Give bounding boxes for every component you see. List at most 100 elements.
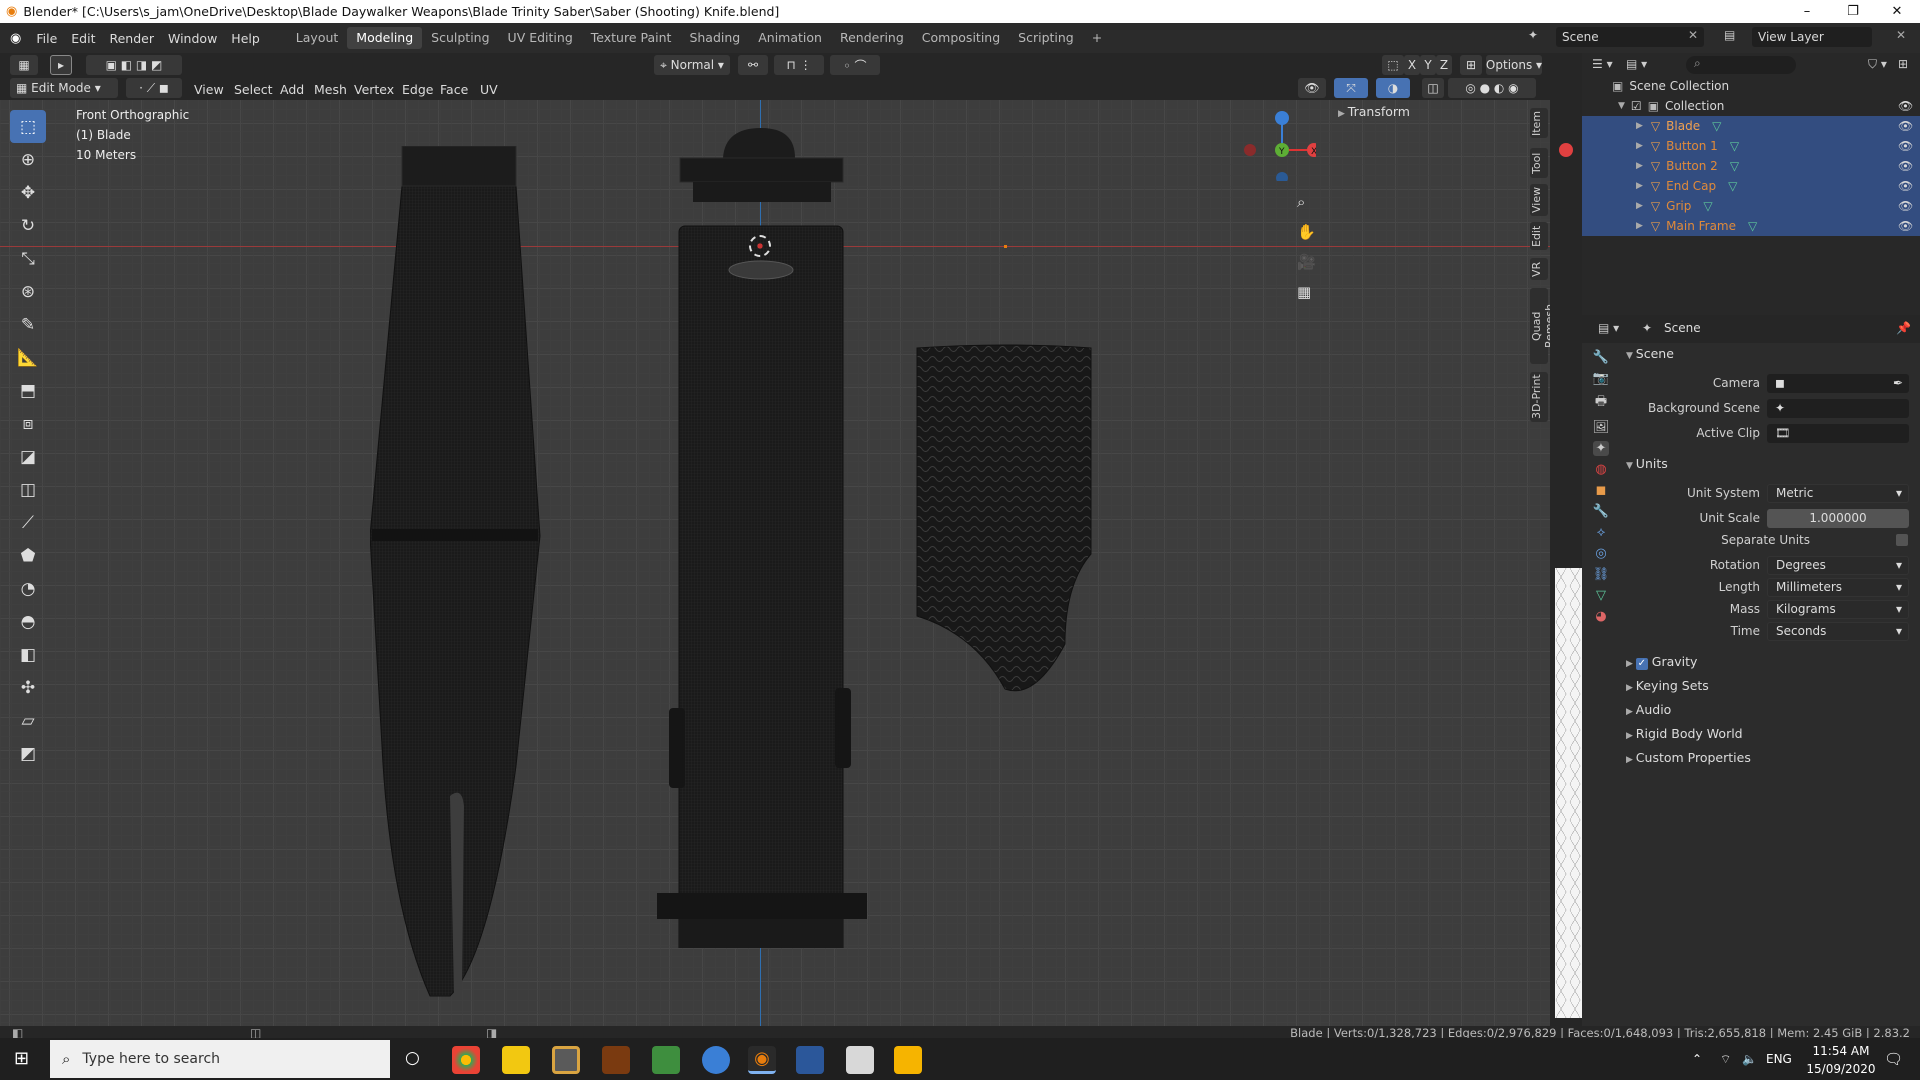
outliner-search-input[interactable]: ⌕ <box>1686 56 1796 74</box>
editor-type-icon[interactable]: ▦ <box>10 55 38 75</box>
blade-mesh[interactable] <box>370 146 550 1006</box>
minimize-button[interactable]: – <box>1784 0 1830 23</box>
scene-selector[interactable]: Scene <box>1556 27 1704 47</box>
menu-view[interactable]: View <box>194 82 224 97</box>
camera-view-icon[interactable]: 🎥 <box>1297 253 1316 271</box>
menu-window[interactable]: Window <box>161 31 224 46</box>
xray-icon[interactable]: ◫ <box>1422 78 1444 98</box>
visibility-eye-icon[interactable]: 👁 <box>1898 119 1913 133</box>
gizmo-toggle-icon[interactable]: ⤧ <box>1334 78 1368 98</box>
blender-taskbar-icon[interactable]: ◉ <box>748 1046 776 1074</box>
mirror-icon[interactable]: ⬚ <box>1382 55 1404 75</box>
spin-tool-icon[interactable]: ◔ <box>10 572 46 605</box>
sidetab-tool[interactable]: Tool <box>1530 148 1548 178</box>
outliner-item-button-2[interactable]: ▶ ▽ Button 2 ▽ 👁 <box>1582 156 1920 176</box>
overlay-toggle-icon[interactable]: ◑ <box>1376 78 1410 98</box>
world-props-icon[interactable]: ◍ <box>1595 462 1606 477</box>
checkbox-icon[interactable]: ☑ <box>1631 99 1642 113</box>
menu-add[interactable]: Add <box>280 82 304 97</box>
menu-select[interactable]: Select <box>234 82 273 97</box>
properties-editor-icon[interactable]: ▤ ▾ <box>1598 321 1619 335</box>
expand-arrow-icon[interactable]: ▶ <box>1636 161 1643 171</box>
mail-icon[interactable] <box>846 1046 874 1074</box>
menu-mesh[interactable]: Mesh <box>314 82 347 97</box>
app-icon-3[interactable] <box>652 1046 680 1074</box>
maximize-button[interactable]: ❐ <box>1830 0 1876 23</box>
shading-mode-icons[interactable]: ◎ ● ◐ ◉ <box>1448 78 1536 98</box>
mesh-data-icon[interactable]: ▽ <box>1703 199 1712 213</box>
select-box-tool-icon[interactable]: ⬚ <box>10 110 46 143</box>
loop-cut-tool-icon[interactable]: ◫ <box>10 473 46 506</box>
tab-rendering[interactable]: Rendering <box>831 27 913 49</box>
orientation-dropdown[interactable]: ⌖ Normal ▾ <box>654 55 730 75</box>
shrink-fatten-tool-icon[interactable]: ✣ <box>10 671 46 704</box>
poly-build-tool-icon[interactable]: ⬟ <box>10 539 46 572</box>
view-layer-selector[interactable]: View Layer <box>1752 27 1872 47</box>
app-icon-2[interactable] <box>602 1046 630 1074</box>
language-indicator[interactable]: ENG <box>1766 1052 1792 1066</box>
gizmo-neg-x-icon[interactable] <box>1244 144 1256 156</box>
audio-section[interactable]: ▶ Audio <box>1626 702 1671 717</box>
mesh-data-icon[interactable]: ▽ <box>1730 139 1739 153</box>
scene-section-header[interactable]: ▼ Scene <box>1626 346 1674 361</box>
gizmo-neg-z-icon[interactable] <box>1276 172 1288 181</box>
pan-hand-icon[interactable]: ✋ <box>1297 223 1316 241</box>
close-button[interactable]: ✕ <box>1874 0 1920 23</box>
visibility-eye-icon[interactable]: 👁 <box>1898 159 1913 173</box>
display-mode-icon[interactable]: ▤ ▾ <box>1626 57 1647 71</box>
expand-arrow-icon[interactable]: ▶ <box>1636 141 1643 151</box>
smooth-tool-icon[interactable]: ◓ <box>10 605 46 638</box>
collection-visibility-icon[interactable]: 👁 <box>1898 99 1913 113</box>
chrome-icon[interactable] <box>452 1046 480 1074</box>
units-section-header[interactable]: ▼ Units <box>1626 456 1668 471</box>
tab-animation[interactable]: Animation <box>749 27 831 49</box>
mesh-data-icon[interactable]: ▽ <box>1712 119 1721 133</box>
menu-file[interactable]: File <box>29 31 64 46</box>
rip-tool-icon[interactable]: ◩ <box>10 737 46 770</box>
outliner-item-end-cap[interactable]: ▶ ▽ End Cap ▽ 👁 <box>1582 176 1920 196</box>
cursor-tool-icon[interactable]: ⊕ <box>10 143 46 176</box>
expand-arrow-icon[interactable]: ▶ <box>1636 121 1643 131</box>
windows-start-icon[interactable]: ⊞ <box>14 1048 29 1069</box>
tab-uv-editing[interactable]: UV Editing <box>499 27 582 49</box>
transform-panel-header[interactable]: ▶ Transform <box>1338 104 1410 119</box>
tab-sculpting[interactable]: Sculpting <box>422 27 498 49</box>
mesh-data-icon[interactable]: ▽ <box>1730 159 1739 173</box>
clock-time[interactable]: 11:54 AM <box>1806 1044 1876 1058</box>
axis-x-toggle[interactable]: X <box>1404 55 1420 75</box>
particles-props-icon[interactable]: ⟡ <box>1597 525 1606 540</box>
clock-date[interactable]: 15/09/2020 <box>1806 1062 1876 1076</box>
outliner-collection[interactable]: ▼ ☑ ▣ Collection 👁 <box>1582 96 1920 116</box>
visibility-eye-icon[interactable]: 👁 <box>1898 219 1913 233</box>
eyedropper-icon[interactable]: ✒ <box>1893 374 1903 393</box>
bevel-tool-icon[interactable]: ◪ <box>10 440 46 473</box>
visibility-eye-icon[interactable]: 👁 <box>1898 179 1913 193</box>
menu-face[interactable]: Face <box>440 82 468 97</box>
inset-tool-icon[interactable]: ⧈ <box>10 407 46 440</box>
camera-field[interactable]: ◼ ✒ <box>1767 374 1909 393</box>
axis-z-toggle[interactable]: Z <box>1436 55 1452 75</box>
app-icon-1[interactable] <box>552 1046 580 1074</box>
unit-system-dropdown[interactable]: Metric ▾ <box>1767 484 1909 503</box>
gravity-checkbox-icon[interactable]: ✓ <box>1635 658 1648 670</box>
axis-y-toggle[interactable]: Y <box>1420 55 1436 75</box>
3d-viewport[interactable]: Front Orthographic (1) Blade 10 Meters ▶… <box>0 76 1550 1026</box>
time-dropdown[interactable]: Seconds ▾ <box>1767 622 1909 641</box>
scene-props-tab-icon[interactable]: ✦ <box>1592 441 1610 456</box>
tab-modeling[interactable]: Modeling <box>347 27 423 49</box>
ortho-grid-icon[interactable]: ▦ <box>1297 283 1311 301</box>
expand-arrow-icon[interactable]: ▶ <box>1636 201 1643 211</box>
transform-tool-icon[interactable]: ⊛ <box>10 275 46 308</box>
auto-merge-icon[interactable]: ⊞ <box>1460 55 1482 75</box>
volume-icon[interactable]: 🔈 <box>1742 1052 1757 1066</box>
rotate-tool-icon[interactable]: ↻ <box>10 209 46 242</box>
tray-chevron-icon[interactable]: ⌃ <box>1692 1052 1702 1066</box>
options-dropdown[interactable]: Options ▾ <box>1486 55 1542 75</box>
outliner-scene-collection[interactable]: ▣ Scene Collection <box>1582 76 1920 96</box>
visibility-eye-icon[interactable]: 👁 <box>1898 139 1913 153</box>
notification-icon[interactable]: 🗨 <box>1884 1050 1903 1068</box>
tab-texture-paint[interactable]: Texture Paint <box>582 27 681 49</box>
secondary-gizmo-x-icon[interactable] <box>1559 143 1573 157</box>
taskbar-search-box[interactable]: ⌕ Type here to search <box>50 1040 390 1078</box>
scale-tool-icon[interactable]: ⤡ <box>10 242 46 275</box>
